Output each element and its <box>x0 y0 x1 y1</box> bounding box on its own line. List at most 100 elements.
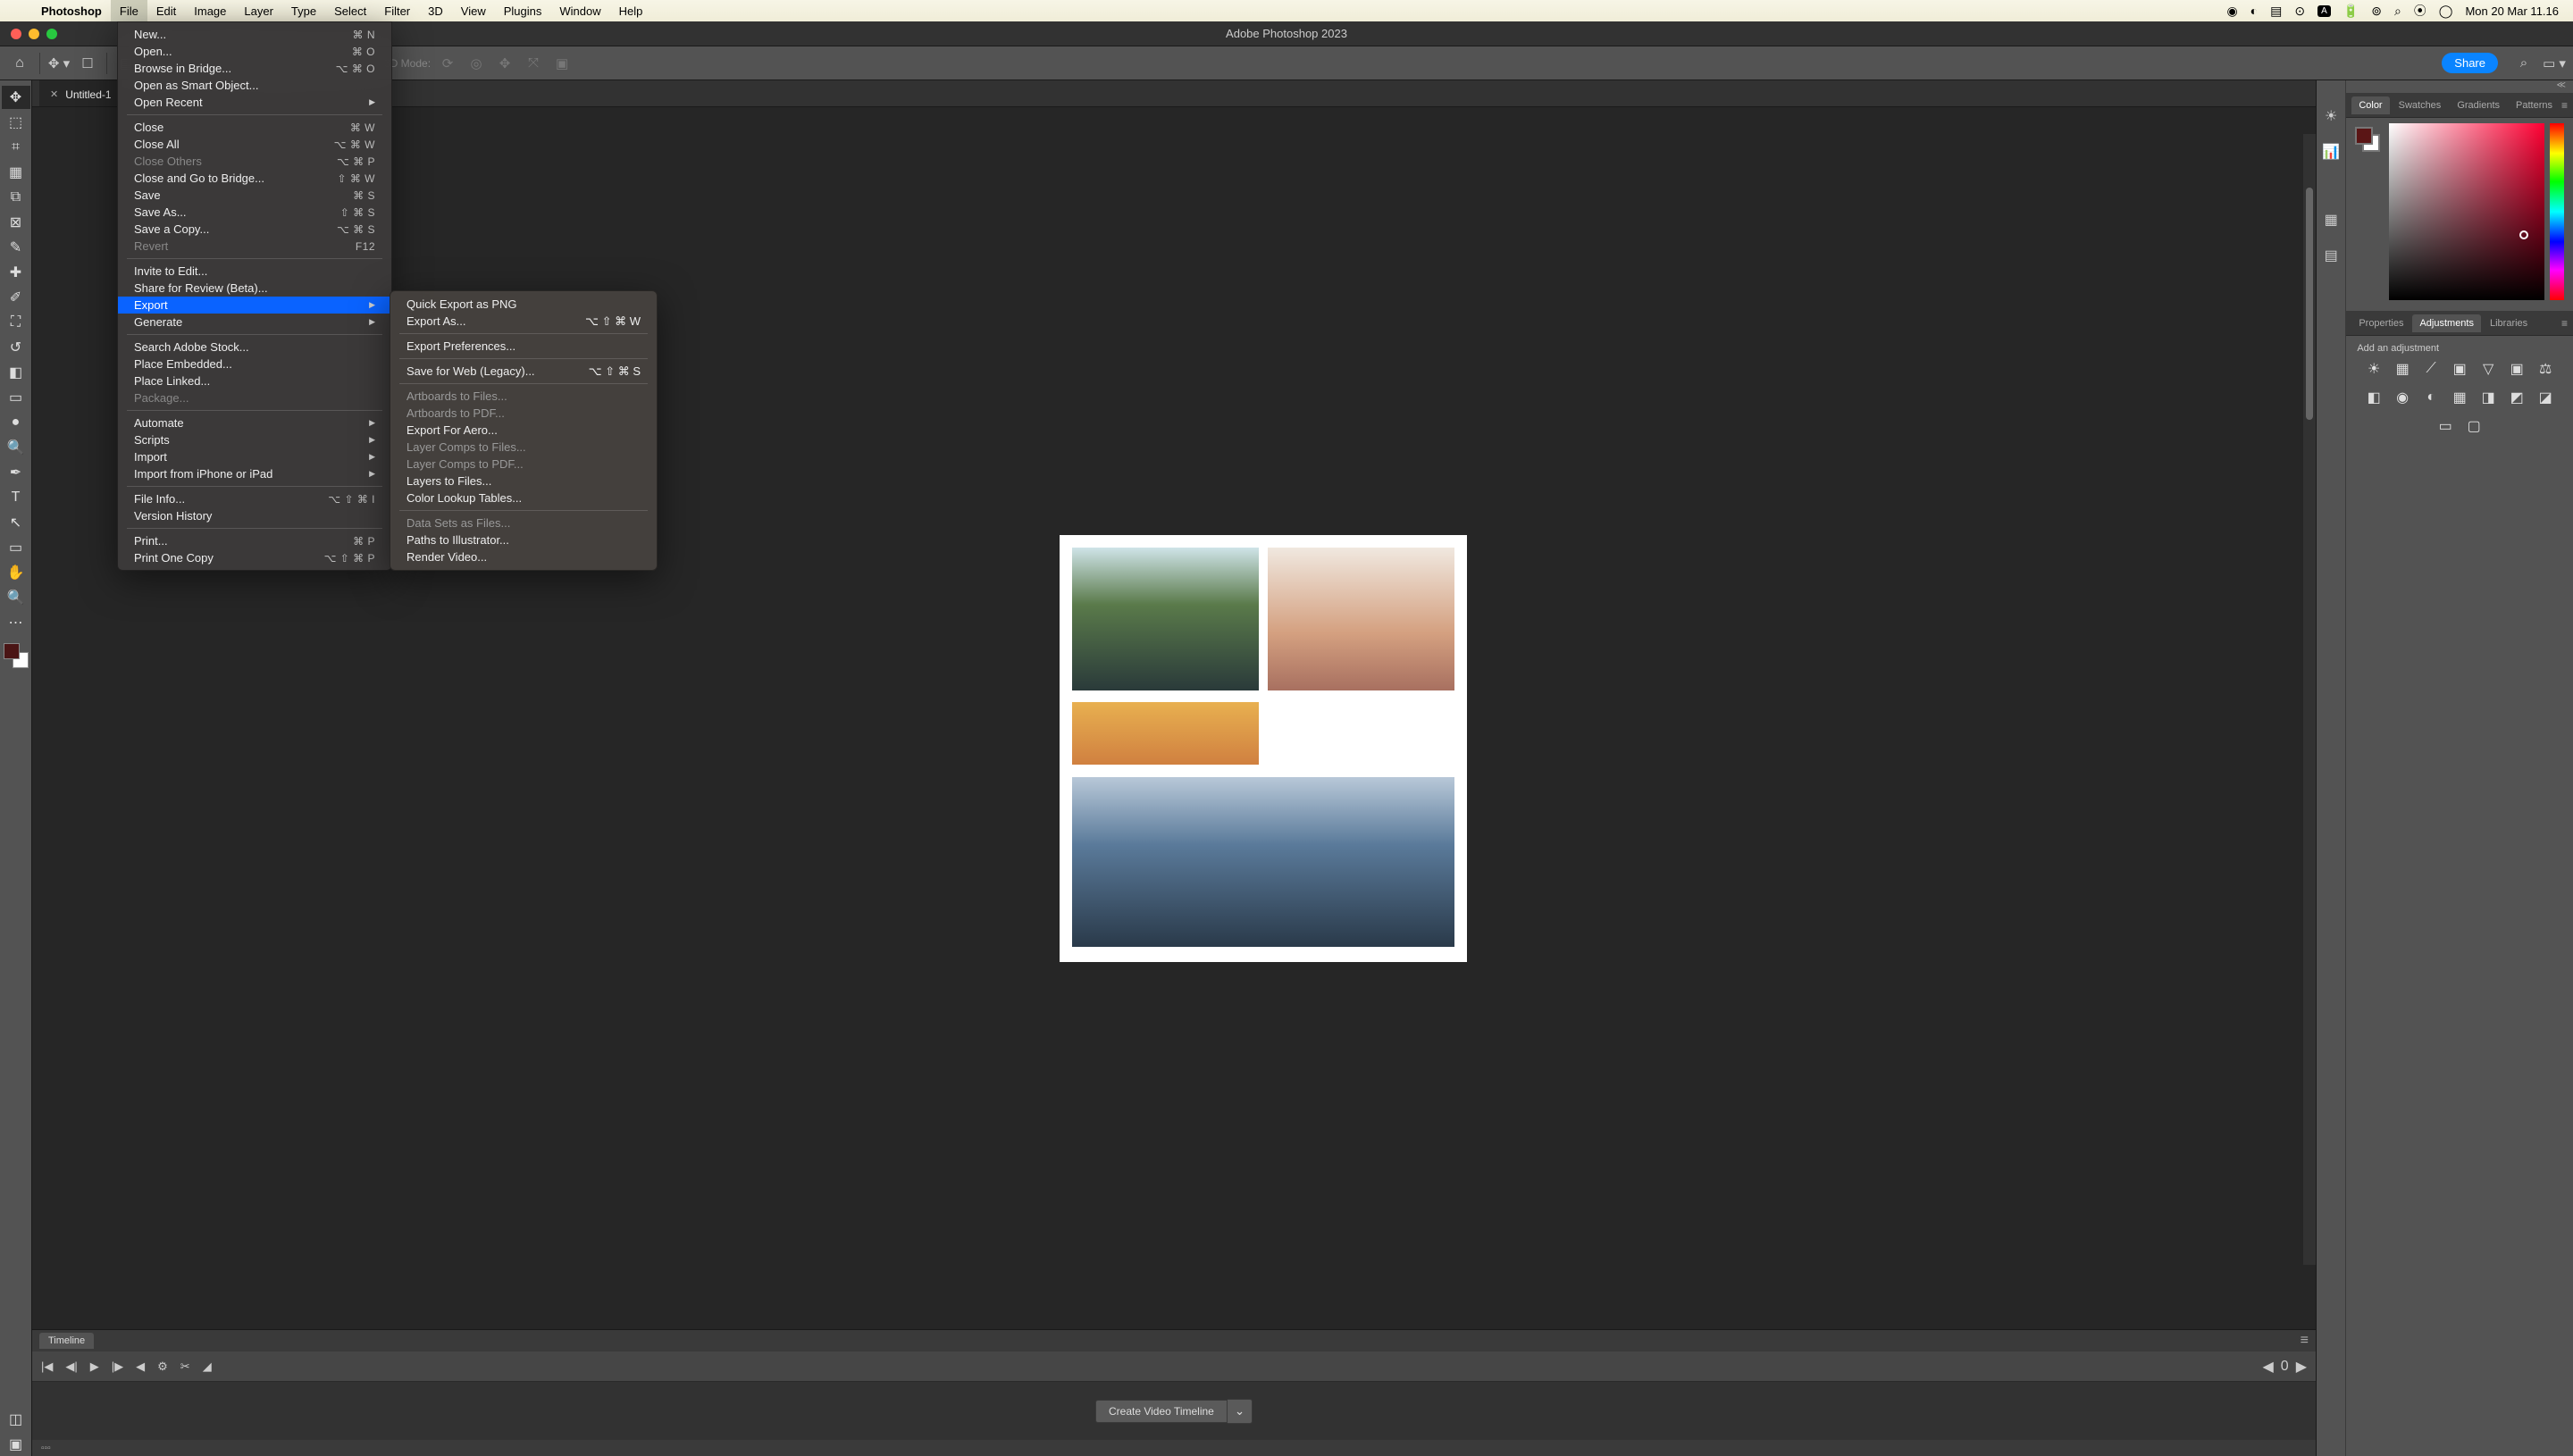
menu-item[interactable]: Open as Smart Object... <box>118 77 391 94</box>
spotlight-icon[interactable]: ⌕ <box>2394 4 2401 19</box>
share-button[interactable]: Share <box>2442 53 2498 73</box>
maximize-window[interactable] <box>46 29 57 39</box>
color-lookup-adj-icon[interactable]: ▦ <box>2450 388 2469 407</box>
color-swatches[interactable] <box>4 643 29 668</box>
layers-panel-icon[interactable]: ▦ <box>2320 209 2342 230</box>
status-icon[interactable]: ◐ <box>2250 4 2258 18</box>
menu-image[interactable]: Image <box>185 0 235 21</box>
channel-mixer-adj-icon[interactable]: ◐ <box>2421 388 2441 407</box>
panel-collapse-icon[interactable]: ≪ <box>2346 80 2573 93</box>
menu-file[interactable]: File <box>111 0 147 21</box>
brightness-panel-icon[interactable]: ☀ <box>2320 105 2342 127</box>
hand-tool[interactable]: ✋ <box>2 561 30 584</box>
record-icon[interactable]: ◉ <box>2226 4 2237 19</box>
app-name[interactable]: Photoshop <box>32 4 111 18</box>
menu-item[interactable]: Export▶ <box>118 297 391 314</box>
menu-plugins[interactable]: Plugins <box>495 0 551 21</box>
menu-layer[interactable]: Layer <box>235 0 282 21</box>
gradient-map-adj-icon[interactable]: ▭ <box>2435 416 2455 436</box>
prev-frame-icon[interactable]: ◀| <box>65 1360 77 1374</box>
color-picker[interactable] <box>2389 123 2544 300</box>
crop-tool[interactable]: ⧉ <box>2 186 30 209</box>
timeline-tab[interactable]: Timeline <box>39 1333 94 1349</box>
healing-tool[interactable]: ✚ <box>2 261 30 284</box>
transition-icon[interactable]: ◢ <box>203 1360 212 1374</box>
canvas[interactable] <box>1060 535 1467 962</box>
menu-item[interactable]: Quick Export as PNG <box>390 296 657 313</box>
menu-type[interactable]: Type <box>282 0 325 21</box>
hue-adj-icon[interactable]: ▣ <box>2507 359 2527 379</box>
menu-item[interactable]: Save As...⇧ ⌘ S <box>118 204 391 221</box>
menu-item[interactable]: Color Lookup Tables... <box>390 490 657 506</box>
menu-item[interactable]: File Info...⌥ ⇧ ⌘ I <box>118 490 391 507</box>
next-frame-icon[interactable]: |▶ <box>112 1360 123 1374</box>
menu-window[interactable]: Window <box>550 0 609 21</box>
shape-tool[interactable]: ▭ <box>2 536 30 559</box>
close-window[interactable] <box>11 29 21 39</box>
menu-item[interactable]: Open...⌘ O <box>118 43 391 60</box>
photo-filter-adj-icon[interactable]: ◉ <box>2393 388 2412 407</box>
3d-roll-icon[interactable]: ◎ <box>465 52 488 75</box>
split-icon[interactable]: ✂ <box>180 1360 190 1374</box>
brightness-adj-icon[interactable]: ☀ <box>2364 359 2384 379</box>
histogram-panel-icon[interactable]: 📊 <box>2320 141 2342 163</box>
mute-icon[interactable]: ◀ <box>136 1360 145 1374</box>
menu-item[interactable]: Paths to Illustrator... <box>390 531 657 548</box>
menu-item[interactable]: Export For Aero... <box>390 422 657 439</box>
menu-item[interactable]: Version History <box>118 507 391 524</box>
datetime[interactable]: Mon 20 Mar 11.16 <box>2465 4 2559 18</box>
panel-menu-icon[interactable]: ≡ <box>2561 317 2568 330</box>
vertical-scrollbar[interactable] <box>2303 134 2316 1265</box>
search-icon[interactable]: ⌕ <box>2512 52 2535 75</box>
menu-item[interactable]: Save a Copy...⌥ ⌘ S <box>118 221 391 238</box>
menu-item[interactable]: Invite to Edit... <box>118 263 391 280</box>
invert-adj-icon[interactable]: ◨ <box>2478 388 2498 407</box>
go-to-first-icon[interactable]: |◀ <box>41 1360 53 1374</box>
lasso-tool[interactable]: ⌗ <box>2 136 30 159</box>
history-brush-tool[interactable]: ↺ <box>2 336 30 359</box>
menu-item[interactable]: Print One Copy⌥ ⇧ ⌘ P <box>118 549 391 566</box>
siri-icon[interactable]: ◯ <box>2439 4 2453 19</box>
minimize-window[interactable] <box>29 29 39 39</box>
hue-slider[interactable] <box>2550 123 2564 300</box>
3d-pan-icon[interactable]: ✥ <box>493 52 516 75</box>
menu-help[interactable]: Help <box>610 0 652 21</box>
menu-item[interactable]: Layers to Files... <box>390 473 657 490</box>
control-center-icon[interactable]: ⦿ <box>2414 2 2426 20</box>
create-video-dropdown[interactable]: ⌄ <box>1228 1399 1253 1424</box>
levels-adj-icon[interactable]: ▦ <box>2393 359 2412 379</box>
tab-gradients[interactable]: Gradients <box>2450 96 2507 114</box>
color-balance-adj-icon[interactable]: ⚖ <box>2535 359 2555 379</box>
menu-select[interactable]: Select <box>325 0 375 21</box>
disk-icon[interactable]: ▤ <box>2270 4 2282 19</box>
3d-camera-icon[interactable]: ▣ <box>550 52 574 75</box>
path-tool[interactable]: ↖ <box>2 511 30 534</box>
screen-mode[interactable]: ▣ <box>2 1433 30 1456</box>
menu-item[interactable]: Automate▶ <box>118 414 391 431</box>
tab-color[interactable]: Color <box>2351 96 2389 114</box>
menu-edit[interactable]: Edit <box>147 0 185 21</box>
eyedropper-tool[interactable]: ✎ <box>2 236 30 259</box>
menu-item[interactable]: Render Video... <box>390 548 657 565</box>
menu-item[interactable]: Close⌘ W <box>118 119 391 136</box>
menu-item[interactable]: Save for Web (Legacy)...⌥ ⇧ ⌘ S <box>390 363 657 380</box>
menu-item[interactable]: Save⌘ S <box>118 187 391 204</box>
play-status-icon[interactable]: ⊙ <box>2294 4 2305 19</box>
menu-item[interactable]: Scripts▶ <box>118 431 391 448</box>
menu-item[interactable]: New...⌘ N <box>118 26 391 43</box>
timeline-zoom-icon[interactable]: ▫▫▫ <box>41 1443 51 1453</box>
curves-adj-icon[interactable]: ⟋ <box>2421 359 2441 379</box>
menu-item[interactable]: Search Adobe Stock... <box>118 339 391 356</box>
menu-item[interactable]: Print...⌘ P <box>118 532 391 549</box>
menu-item[interactable]: Generate▶ <box>118 314 391 331</box>
frame-prev-icon[interactable]: ◀ <box>2262 1358 2273 1376</box>
auto-select-check[interactable]: ☐ <box>76 52 99 75</box>
workspace-icon[interactable]: ▭ ▾ <box>2543 52 2566 75</box>
vibrance-adj-icon[interactable]: ▽ <box>2478 359 2498 379</box>
brush-tool[interactable]: ✐ <box>2 286 30 309</box>
type-tool[interactable]: T <box>2 486 30 509</box>
foreground-color[interactable] <box>4 643 20 659</box>
home-button[interactable]: ⌂ <box>7 51 32 76</box>
panel-color-swatches[interactable] <box>2355 127 2380 152</box>
menu-item[interactable]: Close and Go to Bridge...⇧ ⌘ W <box>118 170 391 187</box>
